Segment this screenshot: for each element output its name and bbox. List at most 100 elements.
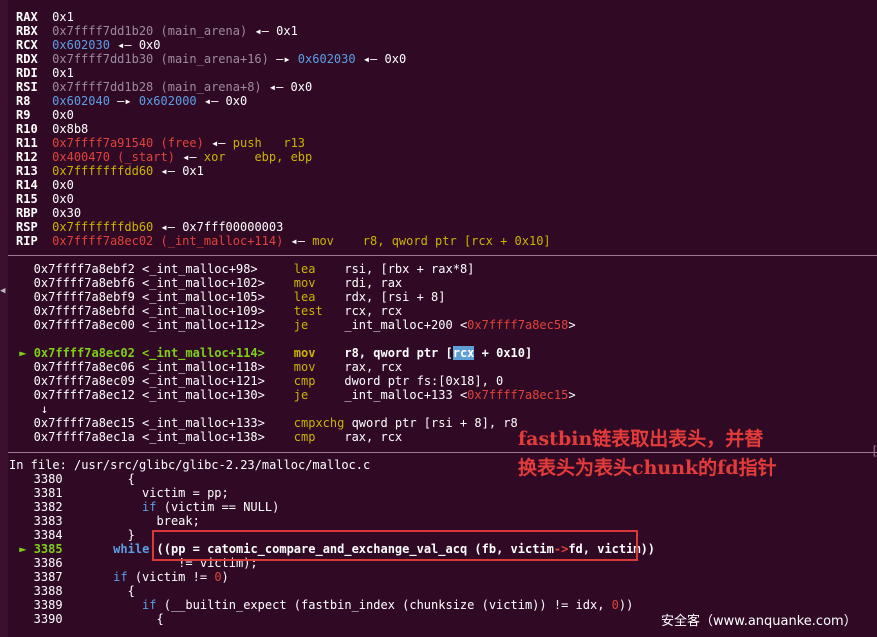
code-token: 0x30 — [52, 206, 82, 220]
register-row: RDX 0x7ffff7dd1b30 (main_arena+16) —▸ 0x… — [16, 52, 406, 66]
code-token: rax, rcx — [344, 430, 403, 444]
code-token: 3381 victim = pp; — [12, 486, 229, 500]
code-token: 3382 — [12, 500, 143, 514]
code-token: lea — [293, 262, 345, 276]
register-row: R11 0x7ffff7a91540 (free) ◂— push r13 — [16, 136, 305, 150]
disasm-line: 0x7ffff7a8ec15 <_int_malloc+133> cmpxchg… — [12, 416, 518, 430]
code-token: _int_malloc+200 < — [344, 318, 468, 332]
code-token: 0x7ffff7a91540 (free) — [52, 136, 204, 150]
code-token: 0x7ffff7a8ebf6 <_int_malloc+102> — [12, 276, 294, 290]
code-token: je — [293, 388, 345, 402]
disasm-line: ↓ — [12, 402, 48, 416]
code-token: 0 — [214, 570, 222, 584]
code-token: 0x7ffff7a8ec15 — [467, 388, 569, 402]
register-name: R10 — [16, 122, 38, 136]
code-token: mov — [293, 346, 345, 360]
code-token: rdi, rax — [344, 276, 403, 290]
code-token: rsi, [rbx + rax*8] — [344, 262, 475, 276]
code-token: 0x0 — [52, 192, 74, 206]
separator-registers — [8, 255, 877, 256]
code-token: > — [568, 318, 576, 332]
left-edge-bar — [0, 0, 8, 637]
register-row: RCX 0x602030 ◂— 0x0 — [16, 38, 161, 52]
register-name: RBX — [16, 24, 38, 38]
code-token: ◂— 0x7fff00000003 — [153, 220, 284, 234]
code-token: 0x7fffffffdb60 — [52, 220, 154, 234]
code-token: )) — [618, 598, 634, 612]
code-token: ◂— 0x0 — [261, 80, 313, 94]
register-row: RDI 0x1 — [16, 66, 74, 80]
disasm-line: 0x7ffff7a8ec06 <_int_malloc+118> mov rax… — [12, 360, 402, 374]
code-token: 0x7ffff7dd1b30 (main_arena+16) — [52, 52, 269, 66]
highlight-box — [152, 530, 638, 561]
code-token: rax, rcx — [344, 360, 403, 374]
disasm-line: 0x7ffff7a8ebf6 <_int_malloc+102> mov rdi… — [12, 276, 402, 290]
disasm-line: 0x7ffff7a8ebfd <_int_malloc+109> test rc… — [12, 304, 402, 318]
code-token: je — [293, 318, 345, 332]
annotation-line-2: 换表头为表头chunk的fd指针 — [518, 457, 777, 479]
code-token: ◂— 0x1 — [247, 24, 298, 38]
register-name: R14 — [16, 178, 38, 192]
code-token: while — [113, 542, 150, 556]
register-name: RBP — [16, 206, 38, 220]
code-token: 3388 { — [12, 584, 135, 598]
register-row: R12 0x400470 (_start) ◂— xor ebp, ebp — [16, 150, 312, 164]
register-name: RSP — [16, 220, 38, 234]
register-row: RSP 0x7fffffffdb60 ◂— 0x7fff00000003 — [16, 220, 283, 234]
code-token: ↓ — [12, 402, 49, 416]
code-token: 0x7ffff7a8ec00 <_int_malloc+112> — [12, 318, 294, 332]
code-token: 3385 — [33, 542, 63, 556]
code-token: ◂— — [174, 150, 204, 164]
register-row: R15 0x0 — [16, 192, 74, 206]
code-token: 0x1 — [52, 10, 74, 24]
code-token: push r13 — [232, 136, 306, 150]
code-token: 0x7fffffffdd60 — [52, 164, 154, 178]
code-token: ► — [12, 542, 34, 556]
collapse-arrow-icon[interactable]: ◀ — [0, 286, 5, 296]
code-token: 0x400470 (_start) — [52, 150, 175, 164]
code-token: 0x7ffff7a8ec09 <_int_malloc+121> — [12, 374, 294, 388]
code-token: ) — [221, 570, 229, 584]
register-name: RDX — [16, 52, 38, 66]
register-name: RSI — [16, 80, 38, 94]
code-token: (victim == NULL) — [156, 500, 280, 514]
code-token: 0x8b8 — [52, 122, 89, 136]
register-row: RSI 0x7ffff7dd1b28 (main_arena+8) ◂— 0x0 — [16, 80, 312, 94]
source-file-header: In file: /usr/src/glibc/glibc-2.23/mallo… — [9, 458, 371, 472]
register-name: R9 — [16, 108, 31, 122]
code-token: 0x7ffff7a8ec12 <_int_malloc+130> — [12, 388, 294, 402]
watermark: 安全客（www.anquanke.com） — [661, 614, 857, 629]
source-line: 3388 { — [12, 584, 135, 598]
code-token: 3383 — [12, 514, 157, 528]
register-name: RAX — [16, 10, 38, 24]
code-token: test — [293, 304, 345, 318]
register-row: RIP 0x7ffff7a8ec02 (_int_malloc+114) ◂— … — [16, 234, 551, 248]
code-token: 0x7ffff7dd1b20 (main_arena) — [52, 24, 248, 38]
code-token: 3380 { — [12, 472, 135, 486]
register-name: R15 — [16, 192, 38, 206]
code-token: 0x7ffff7a8ebf2 <_int_malloc+98> — [12, 262, 294, 276]
code-token: 0x1 — [52, 66, 74, 80]
code-token: ◂— 0x0 — [196, 94, 248, 108]
code-token: (__builtin_expect (fastbin_index (chunks… — [156, 598, 612, 612]
code-token: ; — [192, 514, 200, 528]
disasm-line: 0x7ffff7a8ec09 <_int_malloc+121> cmp dwo… — [12, 374, 504, 388]
register-row: R8 0x602040 —▸ 0x602000 ◂— 0x0 — [16, 94, 247, 108]
code-token: qword ptr [rsi + 8], r8 — [351, 416, 518, 430]
code-token: r8, qword ptr [ — [344, 346, 453, 360]
register-row: R13 0x7fffffffdd60 ◂— 0x1 — [16, 164, 204, 178]
source-line: 3384 } — [12, 528, 135, 542]
code-token: —▸ — [109, 94, 139, 108]
code-token: dword ptr fs:[0x18], 0 — [344, 374, 504, 388]
code-token: ◂— 0x0 — [355, 52, 407, 66]
code-token: 0x602030 — [297, 52, 356, 66]
code-token: 0x7ffff7a8ec58 — [467, 318, 569, 332]
code-token: 0x0 — [52, 178, 74, 192]
code-token: rdx, [rsi + 8] — [344, 290, 446, 304]
code-token: break — [156, 514, 193, 528]
source-line: 3383 break; — [12, 514, 200, 528]
source-line: 3382 if (victim == NULL) — [12, 500, 280, 514]
register-name: R13 — [16, 164, 38, 178]
code-token: mov — [293, 276, 345, 290]
